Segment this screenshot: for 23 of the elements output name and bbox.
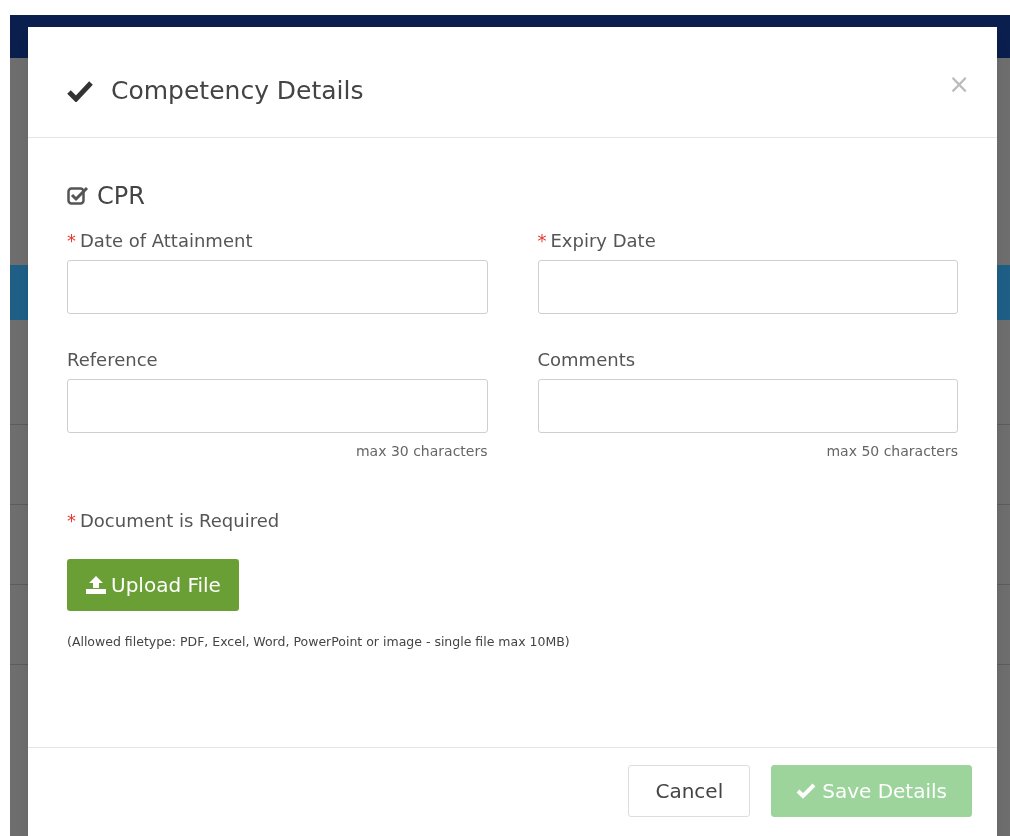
field-label: Comments (537, 347, 636, 372)
document-label: Document is Required (80, 508, 280, 533)
input-field[interactable] (67, 260, 488, 314)
close-button[interactable]: × (948, 64, 970, 104)
filetype-note: (Allowed filetype: PDF, Excel, Word, PowerPoint or image - single file max 10MB) (67, 634, 570, 649)
field-label: Expiry Date (550, 228, 656, 253)
required-asterisk: * (537, 228, 547, 253)
upload-icon (85, 575, 107, 595)
dialog-title: Competency Details (111, 75, 364, 108)
input-field[interactable] (67, 379, 488, 433)
required-asterisk: * (67, 508, 76, 533)
required-asterisk: * (67, 228, 76, 253)
checkmark-icon (67, 80, 93, 102)
field-hint: max 50 characters (826, 442, 958, 461)
field-label: Reference (67, 347, 158, 372)
input-field[interactable] (537, 379, 958, 433)
cancel-button[interactable]: Cancel (628, 765, 751, 817)
upload-button[interactable]: Upload File (67, 559, 239, 611)
field-label: Date of Attainment (80, 228, 253, 253)
checkmark-icon (796, 783, 817, 799)
input-field[interactable] (537, 260, 958, 314)
competency-name: CPR (97, 181, 145, 212)
field-hint: max 30 characters (355, 442, 488, 461)
